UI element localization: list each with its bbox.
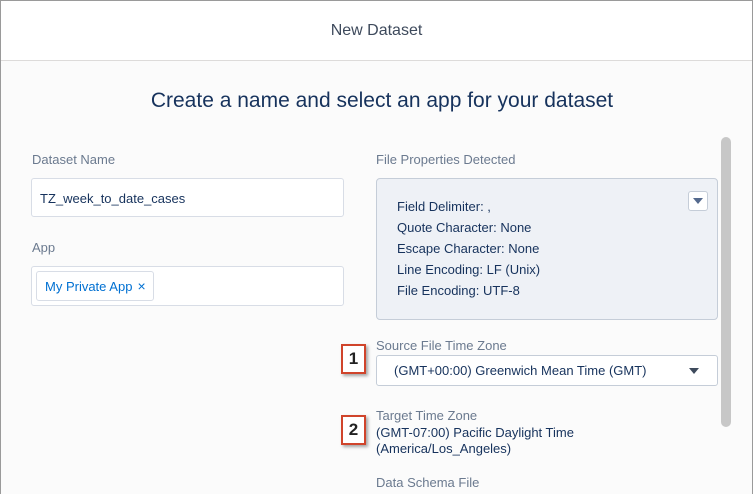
vertical-scrollbar[interactable]: [721, 137, 731, 427]
target-time-zone-label: Target Time Zone: [376, 408, 478, 423]
quote-character: Quote Character: None: [397, 220, 532, 235]
target-time-zone-value-line2: (America/Los_Angeles): [376, 441, 512, 456]
page-heading: Create a name and select an app for your…: [150, 89, 614, 112]
field-delimiter: Field Delimiter: ,: [397, 199, 491, 214]
dataset-name-input[interactable]: TZ_week_to_date_cases: [31, 178, 344, 217]
app-label: App: [32, 240, 56, 255]
modal-title: New Dataset: [330, 21, 423, 39]
file-encoding: File Encoding: UTF-8: [397, 283, 520, 298]
dropdown-caret-icon: [689, 368, 699, 374]
callout-1: 1: [341, 344, 366, 374]
modal-header: New Dataset: [1, 1, 752, 61]
dataset-name-value: TZ_week_to_date_cases: [40, 191, 186, 206]
target-time-zone-value-line1: (GMT-07:00) Pacific Daylight Time: [376, 425, 574, 440]
line-encoding: Line Encoding: LF (Unix): [397, 262, 541, 277]
chevron-down-icon: [693, 198, 703, 204]
dataset-name-label: Dataset Name: [32, 152, 116, 167]
escape-character: Escape Character: None: [397, 241, 540, 256]
file-properties-label: File Properties Detected: [376, 152, 516, 167]
app-pill-label: My Private App: [45, 278, 133, 294]
source-time-zone-value: (GMT+00:00) Greenwich Mean Time (GMT): [394, 363, 647, 378]
file-properties-panel: Field Delimiter: , Quote Character: None…: [376, 178, 718, 320]
data-schema-label: Data Schema File: [376, 475, 480, 490]
file-properties-toggle-button[interactable]: [688, 191, 708, 211]
app-pill: My Private App ×: [36, 271, 154, 301]
new-dataset-modal: New Dataset Create a name and select an …: [0, 0, 753, 494]
remove-app-icon[interactable]: ×: [137, 278, 145, 294]
source-time-zone-select[interactable]: (GMT+00:00) Greenwich Mean Time (GMT): [376, 355, 718, 386]
source-time-zone-label: Source File Time Zone: [376, 338, 507, 353]
callout-2: 2: [341, 415, 366, 445]
